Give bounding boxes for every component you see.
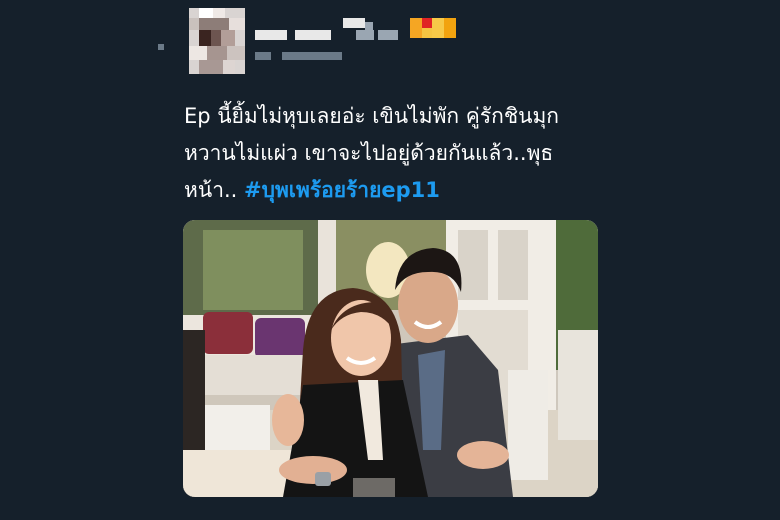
- tweet-text-line-3: หน้า..: [184, 178, 245, 202]
- tweet-text-line-1: Ep นี้ยิ้มไม่หุบเลยอ่ะ เขินไม่พัก คู่รัก…: [184, 104, 560, 128]
- tweet-text: Ep นี้ยิ้มไม่หุบเลยอ่ะ เขินไม่พัก คู่รัก…: [184, 98, 624, 209]
- avatar[interactable]: [189, 8, 245, 74]
- tweet-text-line-2: หวานไม่แผ่ว เขาจะไปอยู่ด้วยกันแล้ว..พุธ: [184, 141, 554, 165]
- tweet: Ep นี้ยิ้มไม่หุบเลยอ่ะ เขินไม่พัก คู่รัก…: [0, 0, 780, 520]
- hashtag-link[interactable]: #บุพเพร้อยร้ายep11: [244, 178, 440, 202]
- verified-badge-icon: [410, 18, 456, 38]
- photo-illustration: [183, 220, 598, 497]
- tweet-photo[interactable]: [183, 220, 598, 497]
